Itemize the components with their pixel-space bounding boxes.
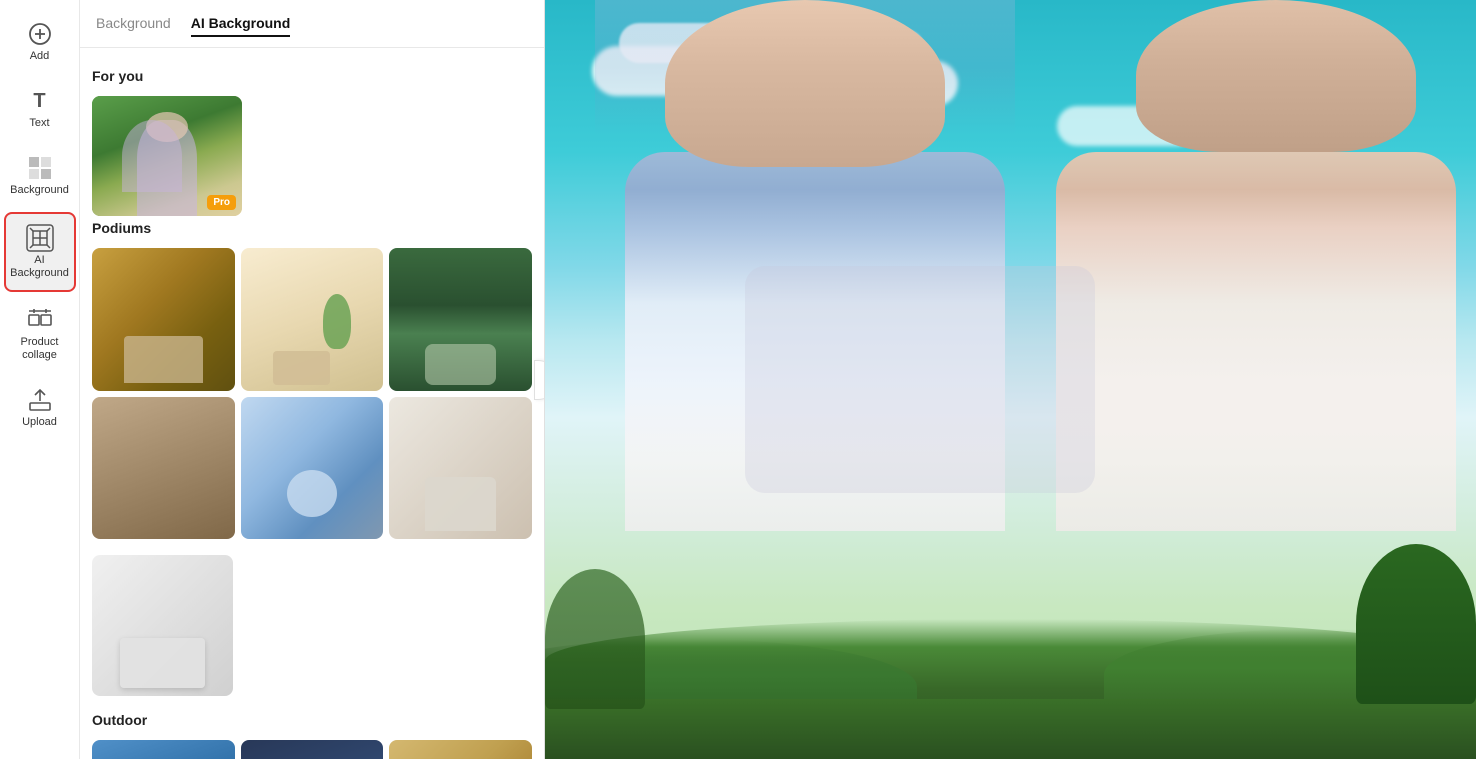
outdoor-thumb-1[interactable] <box>92 740 235 759</box>
sidebar-item-add[interactable]: Add <box>4 10 76 73</box>
podium-thumb-3[interactable] <box>389 248 532 391</box>
sidebar-add-label: Add <box>30 50 50 63</box>
sidebar-item-ai-background[interactable]: AIBackground <box>4 212 76 292</box>
panel-tabs: Background AI Background <box>80 0 544 48</box>
sidebar: Add T Text Background <box>0 0 80 759</box>
podium-thumb-1[interactable] <box>92 248 235 391</box>
product-collage-icon <box>26 306 54 334</box>
text-icon: T <box>26 87 54 115</box>
main-canvas <box>545 0 1476 759</box>
section-title-outdoor: Outdoor <box>92 712 532 728</box>
add-icon <box>26 20 54 48</box>
ai-background-icon <box>26 224 54 252</box>
section-title-podiums: Podiums <box>92 220 532 236</box>
podium-thumb-6[interactable] <box>389 397 532 540</box>
sidebar-item-text[interactable]: T Text <box>4 77 76 140</box>
podium-thumb-5[interactable] <box>241 397 384 540</box>
outdoor-thumb-2[interactable] <box>241 740 384 759</box>
podium-thumb-4[interactable] <box>92 397 235 540</box>
podium-thumb-2[interactable] <box>241 248 384 391</box>
tab-background[interactable]: Background <box>96 11 171 37</box>
tab-ai-background[interactable]: AI Background <box>191 11 291 37</box>
sidebar-item-upload[interactable]: Upload <box>4 376 76 439</box>
collapse-panel-button[interactable]: ‹ <box>534 360 545 400</box>
section-title-for-you: For you <box>92 68 532 84</box>
sidebar-item-background[interactable]: Background <box>4 144 76 207</box>
background-icon <box>26 154 54 182</box>
for-you-item[interactable]: Pro <box>92 96 242 216</box>
upload-icon <box>26 386 54 414</box>
sidebar-text-label: Text <box>29 117 49 130</box>
sidebar-ai-bg-label: AIBackground <box>10 254 69 280</box>
sidebar-upload-label: Upload <box>22 416 57 429</box>
panel-content: For you Pro Podiums <box>80 48 544 759</box>
sidebar-background-label: Background <box>10 184 69 197</box>
canvas-image <box>545 0 1476 759</box>
podium-single-row <box>92 555 532 696</box>
outdoor-grid <box>92 740 532 759</box>
outdoor-thumb-3[interactable] <box>389 740 532 759</box>
sidebar-item-product-collage[interactable]: Productcollage <box>4 296 76 372</box>
podiums-grid <box>92 248 532 539</box>
sidebar-product-collage-label: Productcollage <box>21 336 59 362</box>
pro-badge: Pro <box>207 195 236 210</box>
podium-thumb-7[interactable] <box>92 555 233 696</box>
panel: Background AI Background For you Pro Pod… <box>80 0 545 759</box>
